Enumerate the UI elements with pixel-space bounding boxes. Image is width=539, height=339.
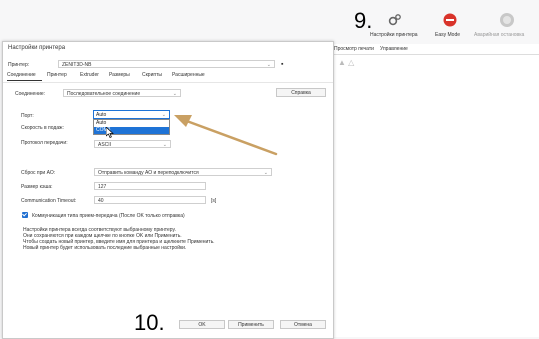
step-number-9: 9. <box>354 8 373 33</box>
timeout-unit: [s] <box>211 198 217 204</box>
shape-icon: ▲ <box>338 58 346 67</box>
main-window-panel <box>332 44 539 337</box>
chevron-down-icon: ⌄ <box>172 91 177 97</box>
tab-scripts[interactable]: Скрипты <box>142 72 162 78</box>
chevron-down-icon: ⌄ <box>161 112 166 118</box>
connection-label: Соединение: <box>15 91 46 97</box>
apply-button[interactable]: Применить <box>228 320 274 329</box>
port-option-auto[interactable]: Auto <box>94 120 169 127</box>
printer-select-value: ZENIT3D-NB <box>62 62 92 68</box>
protocol-select-value: ASCII <box>98 142 112 148</box>
active-tab-indicator <box>7 80 42 81</box>
speed-label: Скорость в подаж: <box>21 125 64 131</box>
emergency-stop-toolbar-label: Аварийная остановка <box>474 32 525 38</box>
timeout-input-value: 40 <box>98 198 104 204</box>
ping-pong-checkbox[interactable] <box>22 212 28 218</box>
chevron-down-icon: ⌄ <box>162 142 167 148</box>
menu-control[interactable]: Управление <box>380 46 408 52</box>
tab-extruder[interactable]: Extruder <box>80 72 99 78</box>
chevron-down-icon: ⌄ <box>266 62 271 68</box>
timeout-input[interactable]: 40 <box>94 196 206 204</box>
reset-select[interactable]: Отправить команду АО и переподключится ⌄ <box>94 168 272 176</box>
step-number-10: 10. <box>134 310 165 335</box>
queue-input[interactable]: 127 <box>94 182 206 190</box>
reset-label: Сброс при АО: <box>21 170 56 176</box>
port-options-list: Auto COM3 <box>93 119 170 135</box>
printer-label: Принтер: <box>8 62 30 68</box>
connection-select[interactable]: Последовательное соединение ⌄ <box>63 89 181 97</box>
tab-dimensions[interactable]: Размеры <box>109 72 130 78</box>
tab-printer[interactable]: Принтер <box>47 72 67 78</box>
queue-label: Размер кэша: <box>21 184 53 190</box>
protocol-label: Протокол передачи: <box>21 140 68 146</box>
printer-select[interactable]: ZENIT3D-NB ⌄ <box>58 60 275 68</box>
delete-printer-icon[interactable]: ▪ <box>281 61 283 68</box>
emergency-stop-icon <box>500 13 514 27</box>
chevron-down-icon: ⌄ <box>263 170 268 176</box>
port-label: Порт: <box>21 113 34 119</box>
cancel-button[interactable]: Отмена <box>280 320 326 329</box>
printer-settings-toolbar-label: Настройки принтера <box>370 32 418 38</box>
note-line: Новый принтер будет использовать последн… <box>23 245 187 251</box>
help-button[interactable]: Справка <box>276 88 326 97</box>
easy-mode-icon <box>443 13 457 27</box>
mouse-cursor-icon <box>106 127 114 138</box>
ok-button[interactable]: OK <box>179 320 225 329</box>
annotation-arrow-icon <box>174 115 278 156</box>
tab-advanced[interactable]: Расширенные <box>172 72 205 78</box>
printer-settings-dialog: Настройки принтера Принтер: ZENIT3D-NB ⌄… <box>2 41 334 339</box>
menu-print-preview[interactable]: Просмотр печати <box>334 46 374 52</box>
timeout-label: Communication Timeout: <box>21 198 77 204</box>
tab-connection[interactable]: Соединение <box>7 72 36 78</box>
main-window-menu: Просмотр печати Управление <box>332 44 539 55</box>
easy-mode-toolbar-label: Easy Mode <box>435 32 461 38</box>
queue-input-value: 127 <box>98 184 107 190</box>
connection-select-value: Последовательное соединение <box>67 91 141 97</box>
view-icons: ▲ △ <box>338 58 354 67</box>
dialog-title: Настройки принтера <box>8 45 66 51</box>
ping-pong-label: Коммуникация типа прием-передача (После … <box>32 213 185 219</box>
port-select-value: Auto <box>96 112 107 118</box>
port-select[interactable]: Auto ⌄ <box>93 110 170 119</box>
protocol-select[interactable]: ASCII ⌄ <box>94 140 171 148</box>
gears-icon <box>388 14 401 26</box>
reset-select-value: Отправить команду АО и переподключится <box>98 170 199 176</box>
tab-divider <box>3 82 333 83</box>
shape-outline-icon: △ <box>348 58 355 67</box>
